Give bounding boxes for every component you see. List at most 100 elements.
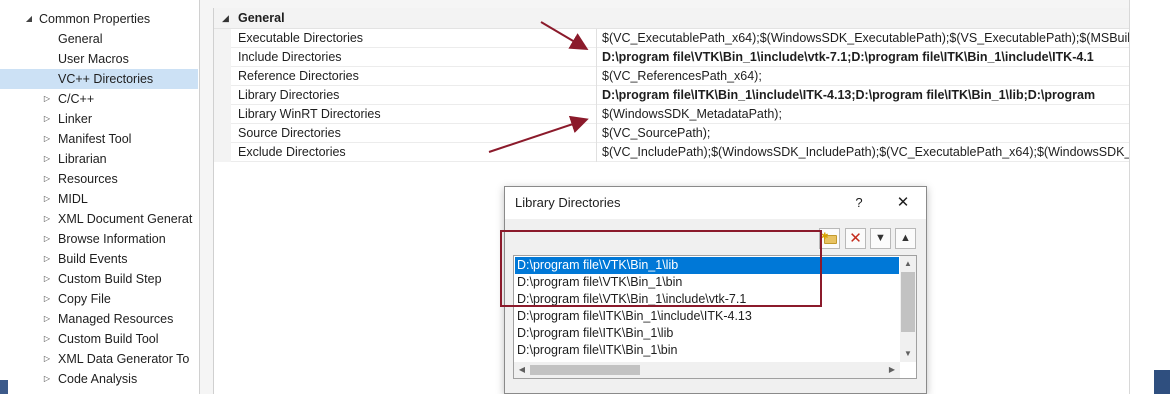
property-row-library-directories[interactable]: Library Directories D:\program file\ITK\B… (214, 86, 1130, 105)
tree-item-label: MIDL (58, 192, 88, 206)
tree-item-resources[interactable]: ▷ Resources (0, 169, 198, 189)
list-item[interactable]: D:\program file\VTK\Bin_1\bin (515, 274, 899, 291)
window-edge-marker (0, 380, 8, 394)
list-item[interactable]: D:\program file\ITK\Bin_1\bin (515, 342, 899, 359)
expand-arrow-icon[interactable]: ▷ (42, 89, 52, 109)
list-item[interactable]: D:\program file\VTK\Bin_1\lib (515, 257, 899, 274)
tree-item-browse-information[interactable]: ▷ Browse Information (0, 229, 198, 249)
tree-item-custom-build-step[interactable]: ▷ Custom Build Step (0, 269, 198, 289)
tree-item-label: Manifest Tool (58, 132, 132, 146)
expand-arrow-icon[interactable]: ▷ (42, 269, 52, 289)
tree-item-label: Code Analysis (58, 372, 138, 386)
expand-arrow-icon[interactable]: ▷ (42, 149, 52, 169)
tree-item-general[interactable]: General (0, 29, 198, 49)
expand-arrow-icon[interactable]: ▷ (42, 129, 52, 149)
expand-arrow-icon[interactable]: ▷ (42, 109, 52, 129)
expand-arrow-icon[interactable]: ▷ (42, 209, 52, 229)
library-directories-dialog: Library Directories ? ✕ ✱ ✕ ▼ ▲ D:\progr… (500, 186, 927, 394)
property-tree: ◢ Common Properties General User Macros VC… (0, 0, 200, 394)
tree-item-label: Resources (58, 172, 118, 186)
dialog-title: Library Directories (515, 195, 621, 210)
column-separator[interactable] (596, 48, 597, 67)
expand-arrow-icon[interactable]: ▷ (42, 329, 52, 349)
tree-item-label: User Macros (58, 52, 129, 66)
property-value[interactable]: $(VC_ExecutablePath_x64);$(WindowsSDK_Ex… (602, 29, 1130, 48)
column-separator[interactable] (596, 67, 597, 86)
horizontal-scroll-thumb[interactable] (530, 365, 640, 375)
tree-item-label: Common Properties (39, 12, 151, 26)
delete-button[interactable]: ✕ (845, 228, 866, 249)
tree-item-user-macros[interactable]: User Macros (0, 49, 198, 69)
expand-arrow-icon[interactable]: ▷ (42, 169, 52, 189)
scroll-up-arrow-icon[interactable]: ▲ (900, 256, 916, 272)
directories-listbox[interactable]: D:\program file\VTK\Bin_1\lib D:\program … (513, 255, 917, 379)
new-line-button[interactable]: ✱ (819, 228, 840, 249)
expand-arrow-icon[interactable]: ▷ (42, 309, 52, 329)
property-value[interactable]: $(VC_ReferencesPath_x64); (602, 67, 1130, 86)
row-gutter (214, 29, 231, 48)
list-item[interactable]: D:\program file\VTK\Bin_1\include\vtk-7.… (515, 291, 899, 308)
column-separator[interactable] (596, 105, 597, 124)
property-row-library-winrt-directories[interactable]: Library WinRT Directories $(WindowsSDK_Me… (214, 105, 1130, 124)
horizontal-scrollbar[interactable]: ◀ ▶ (514, 362, 900, 378)
scroll-left-arrow-icon[interactable]: ◀ (514, 362, 530, 378)
column-separator[interactable] (596, 86, 597, 105)
property-value[interactable]: D:\program file\ITK\Bin_1\include\ITK-4.… (602, 86, 1130, 105)
expand-arrow-icon[interactable]: ▷ (42, 189, 52, 209)
tree-item-build-events[interactable]: ▷ Build Events (0, 249, 198, 269)
tree-item-label: General (58, 32, 103, 46)
column-separator[interactable] (596, 124, 597, 143)
tree-item-label: XML Document Generat (58, 212, 193, 226)
tree-item-common-properties[interactable]: ◢ Common Properties (0, 9, 198, 29)
sparkle-icon: ✱ (821, 231, 829, 241)
property-row-executable-directories[interactable]: Executable Directories $(VC_ExecutablePat… (214, 29, 1130, 48)
expand-arrow-icon[interactable]: ▷ (42, 229, 52, 249)
expand-arrow-icon[interactable]: ▷ (42, 289, 52, 309)
expand-arrow-icon[interactable]: ▷ (42, 249, 52, 269)
property-value[interactable]: D:\program file\VTK\Bin_1\include\vtk-7.… (602, 48, 1130, 67)
property-value[interactable]: $(WindowsSDK_MetadataPath); (602, 105, 1130, 124)
scroll-down-arrow-icon[interactable]: ▼ (900, 346, 916, 362)
list-item[interactable]: D:\program file\ITK\Bin_1\include\ITK-4.… (515, 308, 899, 325)
vertical-scrollbar[interactable]: ▲ ▼ (900, 256, 916, 362)
column-separator[interactable] (596, 143, 597, 162)
expanded-arrow-icon[interactable]: ◢ (24, 9, 34, 29)
list-item[interactable]: D:\program file\ITK\Bin_1\lib (515, 325, 899, 342)
column-separator[interactable] (596, 29, 597, 48)
tree-item-code-analysis[interactable]: ▷ Code Analysis (0, 369, 198, 389)
tree-item-custom-build-tool[interactable]: ▷ Custom Build Tool (0, 329, 198, 349)
tree-item-xml-document-generat[interactable]: ▷ XML Document Generat (0, 209, 198, 229)
property-value[interactable]: $(VC_SourcePath); (602, 124, 1130, 143)
property-value[interactable]: $(VC_IncludePath);$(WindowsSDK_IncludePa… (602, 143, 1130, 162)
property-name: Include Directories (238, 50, 342, 64)
collapse-arrow-icon[interactable]: ◢ (222, 8, 229, 29)
property-name: Library Directories (238, 88, 340, 102)
property-row-reference-directories[interactable]: Reference Directories $(VC_ReferencesPath… (214, 67, 1130, 86)
property-row-include-directories[interactable]: Include Directories D:\program file\VTK\B… (214, 48, 1130, 67)
vertical-scroll-thumb[interactable] (901, 272, 915, 332)
tree-item-label: Linker (58, 112, 93, 126)
move-down-button[interactable]: ▼ (870, 228, 891, 249)
close-button[interactable]: ✕ (893, 193, 913, 213)
tree-item-c-c[interactable]: ▷ C/C++ (0, 89, 198, 109)
tree-item-librarian[interactable]: ▷ Librarian (0, 149, 198, 169)
scroll-right-arrow-icon[interactable]: ▶ (884, 362, 900, 378)
move-up-button[interactable]: ▲ (895, 228, 916, 249)
tree-item-linker[interactable]: ▷ Linker (0, 109, 198, 129)
tree-item-copy-file[interactable]: ▷ Copy File (0, 289, 198, 309)
tree-item-manifest-tool[interactable]: ▷ Manifest Tool (0, 129, 198, 149)
tree-item-vc-directories[interactable]: VC++ Directories (0, 69, 198, 89)
dialog-titlebar[interactable]: Library Directories ? ✕ (505, 187, 926, 219)
property-row-source-directories[interactable]: Source Directories $(VC_SourcePath); (214, 124, 1130, 143)
help-button[interactable]: ? (849, 193, 869, 213)
property-row-exclude-directories[interactable]: Exclude Directories $(VC_IncludePath);$(W… (214, 143, 1130, 162)
expand-arrow-icon[interactable]: ▷ (42, 349, 52, 369)
section-title: General (238, 11, 285, 25)
tree-item-label: Browse Information (58, 232, 166, 246)
section-header-general[interactable]: ◢ General (214, 8, 1130, 29)
tree-item-managed-resources[interactable]: ▷ Managed Resources (0, 309, 198, 329)
tree-item-xml-data-generator-to[interactable]: ▷ XML Data Generator To (0, 349, 198, 369)
tree-item-midl[interactable]: ▷ MIDL (0, 189, 198, 209)
expand-arrow-icon[interactable]: ▷ (42, 369, 52, 389)
tree-item-label: Build Events (58, 252, 128, 266)
